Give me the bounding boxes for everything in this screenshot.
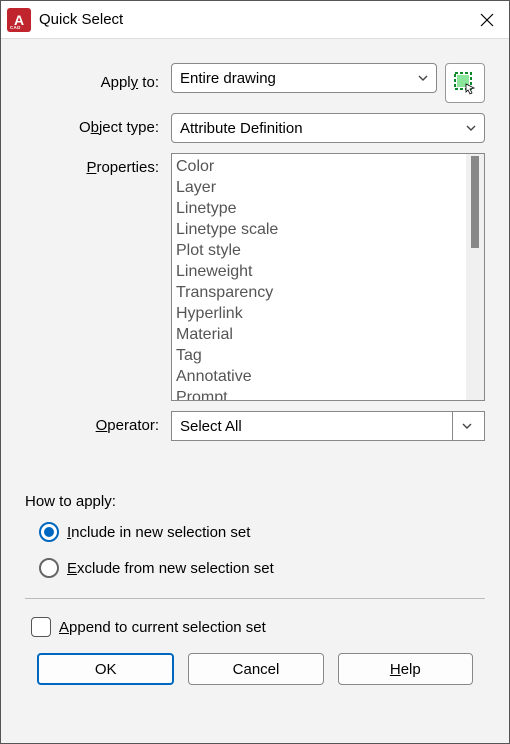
append-checkbox-row[interactable]: Append to current selection set <box>31 617 485 637</box>
list-item[interactable]: Linetype <box>176 198 462 219</box>
properties-label: Properties: <box>25 153 163 183</box>
operator-label: Operator: <box>25 411 163 441</box>
list-item[interactable]: Tag <box>176 345 462 366</box>
chevron-down-icon <box>452 412 480 440</box>
append-checkbox-label: Append to current selection set <box>59 619 266 636</box>
list-item[interactable]: Linetype scale <box>176 219 462 240</box>
object-type-value: Attribute Definition <box>180 120 462 137</box>
dialog-content: Apply to: Entire drawing Object typ <box>1 39 509 743</box>
apply-to-value: Entire drawing <box>180 70 414 87</box>
include-radio-label: Include in new selection set <box>67 524 250 541</box>
object-type-label: Object type: <box>25 113 163 143</box>
list-item[interactable]: Transparency <box>176 282 462 303</box>
list-item[interactable]: Prompt <box>176 387 462 400</box>
operator-value: Select All <box>180 418 452 435</box>
object-type-row: Object type: Attribute Definition <box>25 113 485 143</box>
list-item[interactable]: Layer <box>176 177 462 198</box>
list-item[interactable]: Material <box>176 324 462 345</box>
chevron-down-icon <box>462 122 480 134</box>
list-item[interactable]: Annotative <box>176 366 462 387</box>
separator <box>25 598 485 599</box>
apply-to-row: Apply to: Entire drawing <box>25 63 485 103</box>
help-button[interactable]: Help <box>338 653 473 685</box>
titlebar: A Quick Select <box>1 1 509 39</box>
properties-list-items: ColorLayerLinetypeLinetype scalePlot sty… <box>172 154 466 400</box>
object-type-dropdown[interactable]: Attribute Definition <box>171 113 485 143</box>
ok-button[interactable]: OK <box>37 653 174 685</box>
button-row: OK Cancel Help <box>25 653 485 703</box>
append-checkbox[interactable] <box>31 617 51 637</box>
exclude-radio-row[interactable]: Exclude from new selection set <box>39 558 485 578</box>
cancel-button[interactable]: Cancel <box>188 653 323 685</box>
exclude-radio[interactable] <box>39 558 59 578</box>
exclude-radio-label: Exclude from new selection set <box>67 560 274 577</box>
include-radio-row[interactable]: Include in new selection set <box>39 522 485 542</box>
select-objects-button[interactable] <box>445 63 485 103</box>
operator-row: Operator: Select All <box>25 411 485 441</box>
include-radio[interactable] <box>39 522 59 542</box>
window-title: Quick Select <box>39 11 465 28</box>
apply-to-label: Apply to: <box>25 68 163 98</box>
properties-row: Properties: ColorLayerLinetypeLinetype s… <box>25 153 485 401</box>
operator-dropdown[interactable]: Select All <box>171 411 485 441</box>
list-item[interactable]: Color <box>176 156 462 177</box>
properties-scrollbar[interactable] <box>466 154 484 400</box>
properties-listbox[interactable]: ColorLayerLinetypeLinetype scalePlot sty… <box>171 153 485 401</box>
autocad-logo-icon: A <box>7 8 31 32</box>
how-to-apply-section: How to apply: Include in new selection s… <box>25 493 485 594</box>
quick-select-dialog: A Quick Select Apply to: Entire drawing <box>0 0 510 744</box>
close-button[interactable] <box>465 1 509 39</box>
list-item[interactable]: Hyperlink <box>176 303 462 324</box>
list-item[interactable]: Lineweight <box>176 261 462 282</box>
list-item[interactable]: Plot style <box>176 240 462 261</box>
how-to-apply-title: How to apply: <box>25 493 485 510</box>
scroll-thumb[interactable] <box>471 156 479 248</box>
select-objects-icon <box>453 71 477 95</box>
chevron-down-icon <box>414 72 432 84</box>
close-icon <box>480 13 494 27</box>
apply-to-dropdown[interactable]: Entire drawing <box>171 63 437 93</box>
